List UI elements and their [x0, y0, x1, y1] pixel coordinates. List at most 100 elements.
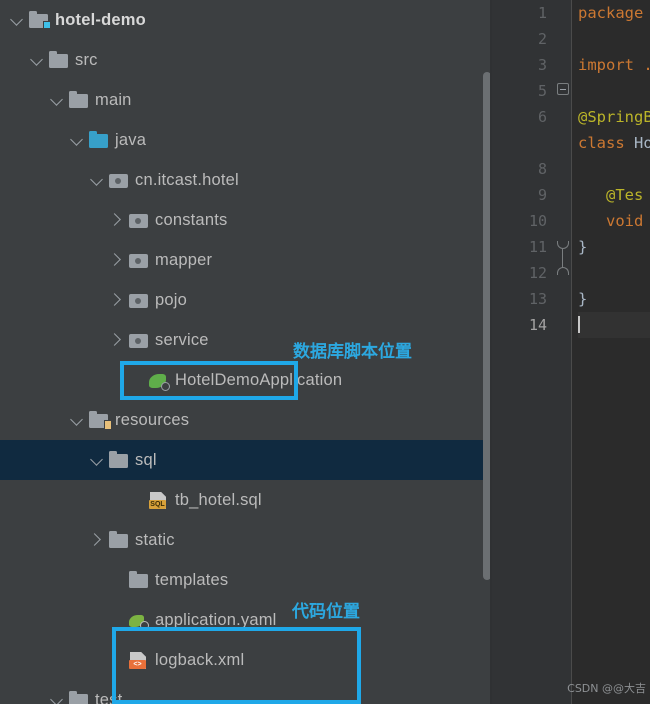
tree-indent-spacer — [0, 200, 108, 240]
package-icon — [128, 249, 150, 271]
tree-item-label: static — [135, 530, 175, 549]
code-folding-strip[interactable] — [554, 0, 572, 704]
chevron-down-icon[interactable] — [48, 680, 68, 704]
tree-row[interactable]: main — [0, 80, 492, 120]
tree-row[interactable]: resources — [0, 400, 492, 440]
code-token-classname: Ho — [634, 134, 650, 152]
tree-indent-spacer — [0, 440, 88, 480]
folder-icon — [108, 449, 130, 471]
chevron-down-icon[interactable] — [28, 40, 48, 80]
package-icon — [128, 209, 150, 231]
code-token: import . — [578, 56, 650, 74]
tree-indent-spacer — [0, 160, 88, 200]
line-number: 1 — [537, 4, 547, 22]
tree-row[interactable]: pojo — [0, 280, 492, 320]
code-line[interactable] — [578, 312, 650, 338]
fold-region-end-icon[interactable] — [557, 267, 569, 275]
fold-collapse-icon[interactable] — [557, 83, 569, 95]
chevron-right-icon[interactable] — [108, 280, 128, 320]
tree-item-label: cn.itcast.hotel — [135, 170, 239, 189]
tree-indent-spacer — [0, 80, 48, 120]
tree-row[interactable]: src — [0, 40, 492, 80]
code-line[interactable] — [578, 26, 650, 52]
panel-divider[interactable] — [490, 0, 492, 704]
fold-region-start-icon[interactable] — [557, 241, 569, 249]
tree-indent-spacer — [0, 360, 128, 400]
tree-row[interactable]: sql — [0, 440, 492, 480]
code-line[interactable]: } — [578, 234, 650, 260]
tree-item-label: java — [115, 130, 147, 149]
tree-row[interactable]: service — [0, 320, 492, 360]
code-line[interactable]: @SpringB — [578, 104, 650, 130]
code-editor[interactable]: 12356►►891011121314 packageimport .@Spri… — [492, 0, 650, 704]
chevron-down-icon[interactable] — [88, 440, 108, 480]
editor-gutter[interactable]: 12356►►891011121314 — [492, 0, 579, 704]
tree-indent-spacer — [0, 280, 108, 320]
chevron-down-icon[interactable] — [8, 0, 28, 40]
text-caret — [578, 316, 580, 333]
tree-row[interactable]: hotel-demo — [0, 0, 492, 40]
tree-indent-spacer — [0, 640, 108, 680]
tree-item-label: test — [95, 690, 123, 704]
chevron-down-icon[interactable] — [48, 80, 68, 120]
tree-item-label: hotel-demo — [55, 10, 146, 29]
code-line[interactable]: } — [578, 286, 650, 312]
line-number: 12 — [528, 264, 547, 282]
tree-row[interactable]: test — [0, 680, 492, 704]
line-number: ►► — [492, 130, 579, 157]
chevron-right-icon[interactable] — [108, 240, 128, 280]
tree-row[interactable]: cn.itcast.hotel — [0, 160, 492, 200]
folder-icon — [68, 89, 90, 111]
line-number: 6 — [537, 108, 547, 126]
line-number: 5 — [537, 82, 547, 100]
no-chevron-spacer — [128, 360, 148, 400]
yaml-file-icon — [128, 609, 150, 631]
sql-file-icon: SQL — [148, 489, 170, 511]
code-line[interactable]: import . — [578, 52, 650, 78]
tree-indent-spacer — [0, 320, 108, 360]
project-tree-list: hotel-demo src main java cn.itcast.hotel cons… — [0, 0, 492, 704]
editor-code-area[interactable]: package import . @SpringB class Ho @Tes void}… — [572, 0, 650, 704]
folder-icon — [68, 689, 90, 704]
chevron-right-icon[interactable] — [108, 320, 128, 360]
line-number: 2 — [537, 30, 547, 48]
line-number: 14 — [528, 316, 547, 334]
code-line[interactable]: class Ho — [578, 130, 650, 156]
tree-indent-spacer — [0, 600, 108, 640]
code-token: void — [606, 212, 644, 230]
line-number: 8 — [537, 160, 547, 178]
chevron-down-icon[interactable] — [68, 400, 88, 440]
xml-file-icon: <> — [128, 649, 150, 671]
code-line[interactable] — [578, 156, 650, 182]
package-icon — [108, 169, 130, 191]
line-number: 9 — [537, 186, 547, 204]
tree-item-label: main — [95, 90, 132, 109]
tree-row[interactable]: templates — [0, 560, 492, 600]
watermark-text: CSDN @@大吉 — [567, 682, 646, 695]
chevron-down-icon[interactable] — [68, 120, 88, 160]
line-number: 10 — [528, 212, 547, 230]
tree-row[interactable]: java — [0, 120, 492, 160]
tree-row[interactable]: static — [0, 520, 492, 560]
tree-indent-spacer — [0, 520, 88, 560]
chevron-right-icon[interactable] — [108, 200, 128, 240]
chevron-down-icon[interactable] — [88, 160, 108, 200]
tree-item-label: HotelDemoApplication — [175, 370, 343, 389]
code-line[interactable]: @Tes — [578, 182, 650, 208]
tree-row[interactable]: application.yaml — [0, 600, 492, 640]
tree-row[interactable]: mapper — [0, 240, 492, 280]
code-line[interactable]: package — [578, 0, 650, 26]
no-chevron-spacer — [108, 560, 128, 600]
tree-row[interactable]: SQL tb_hotel.sql — [0, 480, 492, 520]
code-line[interactable]: void — [578, 208, 650, 234]
tree-indent-spacer — [0, 240, 108, 280]
code-line[interactable] — [578, 78, 650, 104]
tree-row[interactable]: constants — [0, 200, 492, 240]
tree-indent-spacer — [0, 40, 28, 80]
tree-row[interactable]: <> logback.xml — [0, 640, 492, 680]
chevron-right-icon[interactable] — [88, 520, 108, 560]
folder-icon — [48, 49, 70, 71]
project-tree-panel[interactable]: hotel-demo src main java cn.itcast.hotel cons… — [0, 0, 492, 704]
code-line[interactable] — [578, 260, 650, 286]
tree-row[interactable]: HotelDemoApplication — [0, 360, 492, 400]
